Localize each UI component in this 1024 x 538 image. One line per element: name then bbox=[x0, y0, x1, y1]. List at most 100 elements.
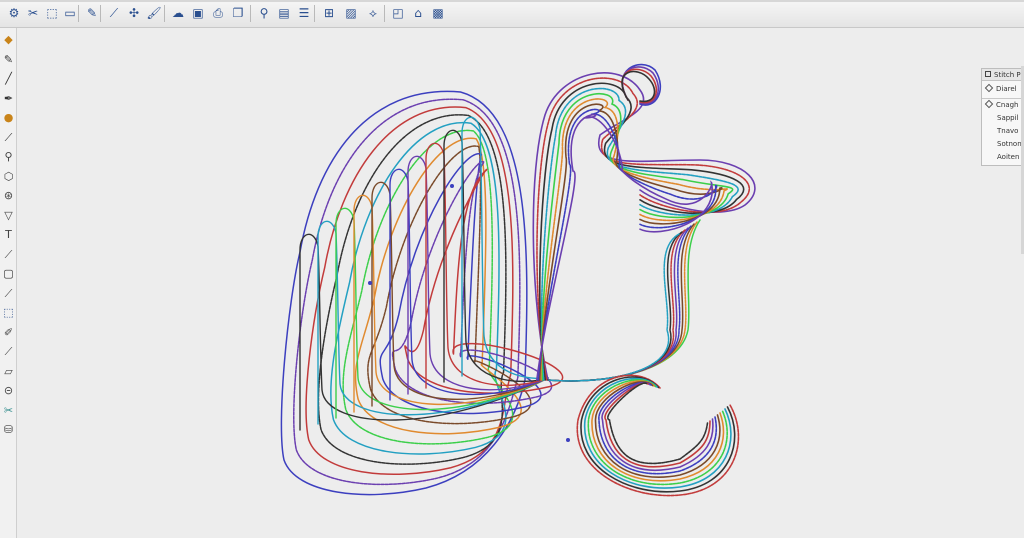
cloud-button[interactable]: ☁ bbox=[170, 5, 186, 21]
magnify-tool-button[interactable]: ⚲ bbox=[1, 149, 16, 164]
save-button[interactable]: ▤ bbox=[276, 5, 292, 21]
grid-button[interactable]: ⊞ bbox=[321, 5, 337, 21]
stitch-tail bbox=[601, 382, 714, 471]
screen-button[interactable]: ▭ bbox=[62, 5, 78, 21]
panel-row-label: Cnagh bbox=[996, 101, 1019, 109]
lock-button[interactable]: ⌂ bbox=[410, 5, 426, 21]
navigate-button[interactable]: ⟡ bbox=[365, 5, 381, 21]
navigate-icon: ⟡ bbox=[369, 6, 377, 20]
stitch-node-marker[interactable] bbox=[368, 281, 372, 285]
screen-icon: ▭ bbox=[64, 6, 76, 20]
diamond-icon bbox=[984, 99, 994, 109]
magnify-tool-icon: ⚲ bbox=[4, 150, 13, 163]
bucket-tool-icon: ⛁ bbox=[3, 423, 14, 436]
diamond-icon bbox=[984, 83, 994, 93]
transform-button[interactable]: ✣ bbox=[126, 5, 142, 21]
transform-icon: ✣ bbox=[128, 6, 140, 20]
eraser-tool-button[interactable]: ✐ bbox=[1, 325, 16, 340]
brush-button[interactable]: 🖌 bbox=[146, 5, 162, 21]
pencil-tool-button[interactable]: ✎ bbox=[1, 52, 16, 67]
cut-tool-icon: ✂ bbox=[3, 403, 14, 417]
marker-tool-button[interactable]: ⟋ bbox=[1, 344, 16, 359]
palette-tool-button[interactable]: ◆ bbox=[1, 32, 16, 47]
scissors-icon: ✂ bbox=[27, 6, 39, 20]
save-icon: ▤ bbox=[278, 6, 290, 20]
pen-tool-icon: ✒ bbox=[3, 91, 14, 105]
panel-title: Stitch P bbox=[994, 71, 1021, 79]
image-icon: ▨ bbox=[345, 6, 357, 20]
select-rect-button[interactable]: ◰ bbox=[390, 5, 406, 21]
panel-row-sappil[interactable]: Sappil bbox=[997, 113, 1019, 124]
stitch-hairpin bbox=[317, 220, 549, 425]
pages-button[interactable]: ❐ bbox=[230, 5, 246, 21]
line-tool-button[interactable]: ╱ bbox=[1, 71, 16, 86]
palette-button[interactable]: ▩ bbox=[430, 5, 446, 21]
panel-row-tnavo[interactable]: Tnavo bbox=[997, 126, 1018, 137]
shape-tool-button[interactable]: ⬡ bbox=[1, 169, 16, 184]
spool-tool-icon: ⊝ bbox=[3, 384, 14, 397]
panel-row-label: Diarel bbox=[996, 85, 1017, 93]
design-canvas[interactable] bbox=[17, 28, 1024, 538]
select-tool-icon: ⬚ bbox=[3, 306, 14, 319]
parallelogram-tool-button[interactable]: ▱ bbox=[1, 364, 16, 379]
brush-tool-button[interactable]: ⟋ bbox=[1, 130, 16, 145]
bucket-tool-button[interactable]: ⛁ bbox=[1, 422, 16, 437]
frame-tool-button[interactable]: ▢ bbox=[1, 266, 16, 281]
panel-row-aoiten[interactable]: Aoiten bbox=[997, 152, 1019, 163]
eyedropper-tool-button[interactable]: ⟋ bbox=[1, 286, 16, 301]
zoom-icon: ⚲ bbox=[259, 6, 269, 20]
pencil-tool-icon: ✎ bbox=[3, 52, 14, 66]
node-tool-button[interactable]: ⊛ bbox=[1, 188, 16, 203]
pen-tool-icon: ✎ bbox=[86, 6, 98, 20]
needle-tool-button[interactable]: ⟋ bbox=[1, 247, 16, 262]
marker-tool-icon: ⟋ bbox=[4, 345, 13, 358]
image-button[interactable]: ▨ bbox=[343, 5, 359, 21]
fill-tool-button[interactable]: ● bbox=[1, 110, 16, 125]
toolbar-separator bbox=[78, 5, 79, 22]
spool-tool-button[interactable]: ⊝ bbox=[1, 383, 16, 398]
stitch-hook bbox=[536, 77, 751, 381]
toolbar-separator bbox=[100, 5, 101, 22]
list-icon: ☰ bbox=[298, 6, 310, 20]
panel-row-diarel[interactable]: Diarel- bbox=[984, 83, 1023, 95]
select-frame-button[interactable]: ⬚ bbox=[44, 5, 60, 21]
stitch-node-marker[interactable] bbox=[566, 438, 570, 442]
palette-icon: ▩ bbox=[432, 6, 444, 20]
stitch-hook bbox=[538, 103, 723, 381]
zoom-button[interactable]: ⚲ bbox=[256, 5, 272, 21]
stitch-panel: Stitch P Diarel- Cnagh- Sappil Tnavo Sot… bbox=[981, 68, 1024, 166]
node-tool-icon: ⊛ bbox=[3, 189, 14, 202]
text-tool-button[interactable]: ▽ bbox=[1, 208, 16, 223]
list-button[interactable]: ☰ bbox=[296, 5, 312, 21]
select-tool-button[interactable]: ⬚ bbox=[1, 305, 16, 320]
pen-tool-button[interactable]: ✎ bbox=[84, 5, 100, 21]
text-size-tool-button[interactable]: T bbox=[1, 227, 16, 242]
brush-icon: 🖌 bbox=[146, 6, 162, 20]
scissors-button[interactable]: ✂ bbox=[25, 5, 41, 21]
brush-tool-icon: ⟋ bbox=[4, 130, 13, 144]
settings-icon: ⚙ bbox=[8, 6, 20, 20]
panel-checkbox-icon[interactable] bbox=[985, 71, 991, 77]
shape-tool-icon: ⬡ bbox=[3, 169, 14, 183]
panel-title-bar[interactable]: Stitch P bbox=[982, 69, 1024, 81]
toolbar-separator bbox=[164, 5, 165, 22]
frame-button[interactable]: ▣ bbox=[190, 5, 206, 21]
stitch-loop bbox=[391, 161, 553, 405]
panel-row-cnagh[interactable]: Cnagh- bbox=[984, 99, 1024, 111]
panel-row-sotnon[interactable]: Sotnon bbox=[997, 139, 1022, 150]
cloud-icon: ☁ bbox=[172, 6, 184, 20]
pen-tool-button[interactable]: ✒ bbox=[1, 91, 16, 106]
cut-tool-button[interactable]: ✂ bbox=[1, 403, 16, 418]
grid-icon: ⊞ bbox=[323, 6, 335, 20]
print-button[interactable]: ⎙ bbox=[210, 5, 226, 21]
toolbar-separator bbox=[250, 5, 251, 22]
lock-icon: ⌂ bbox=[414, 6, 422, 20]
stitch-node-marker[interactable] bbox=[450, 184, 454, 188]
palette-tool-icon: ◆ bbox=[4, 33, 13, 46]
toolbar-separator bbox=[384, 5, 385, 22]
pipette-button[interactable]: ⟋ bbox=[106, 5, 122, 21]
tool-palette: ◆ ✎ ╱ ✒ ● ⟋ ⚲ ⬡ ⊛ ▽ T ⟋ ▢ ⟋ ⬚ ✐ ⟋ ▱ ⊝ ✂ ⛁ bbox=[0, 28, 17, 538]
select-frame-icon: ⬚ bbox=[46, 6, 58, 20]
text-size-tool-icon: T bbox=[5, 228, 12, 241]
settings-button[interactable]: ⚙ bbox=[6, 5, 22, 21]
